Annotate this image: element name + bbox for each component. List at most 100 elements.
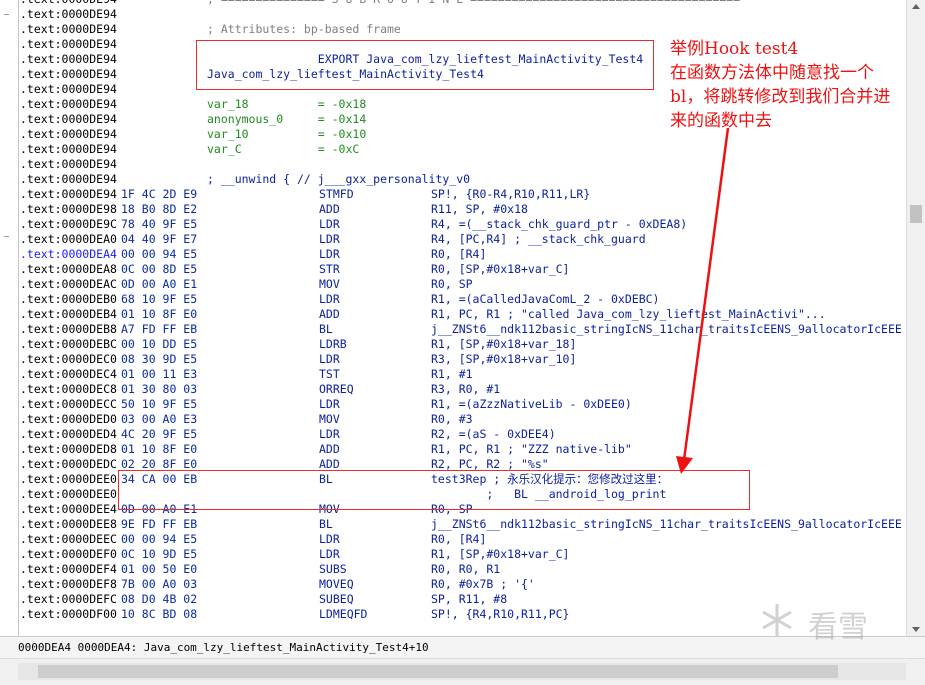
line-address: .text:0000DED0	[20, 412, 117, 426]
line-operands: R0, [SP,#0x18+var_C]	[431, 262, 570, 276]
hook-annotation: 举例Hook test4 在函数方法体中随意找一个 bl，将跳转修改到我们合并进…	[670, 37, 910, 133]
line-operands: R1, =(aCalledJavaComL_2 - 0xDEBC)	[431, 292, 660, 306]
line-address: .text:0000DEBC	[20, 337, 117, 351]
line-opcode-bytes: 01 00 50 E0	[121, 562, 198, 576]
line-mnemonic: LDR	[319, 247, 340, 261]
line-mnemonic: SUBS	[319, 562, 347, 576]
line-opcode-bytes: 0C 10 9D E5	[121, 547, 198, 561]
line-address: .text:0000DE94	[20, 82, 117, 96]
line-opcode-bytes: 4C 20 9F E5	[121, 427, 198, 441]
line-mnemonic: TST	[319, 367, 340, 381]
line-opcode-bytes: 10 8C BD 08	[121, 607, 198, 621]
horizontal-scrollbar[interactable]	[0, 658, 925, 685]
line-address: .text:0000DEB4	[20, 307, 117, 321]
line-operands: SP, R11, #8	[431, 592, 508, 606]
line-opcode-bytes: 9E FD FF EB	[121, 517, 198, 531]
line-address: .text:0000DED8	[20, 442, 117, 456]
line-opcode-bytes: 03 00 A0 E3	[121, 412, 198, 426]
line-opcode-bytes: 78 40 9F E5	[121, 217, 198, 231]
arrow-tick	[4, 236, 9, 237]
patched-bl-highlight-box	[118, 470, 750, 510]
line-opcode-bytes: 00 00 94 E5	[121, 532, 198, 546]
line-mnemonic: ADD	[319, 307, 340, 321]
line-mnemonic: BL	[319, 322, 333, 336]
line-opcode-bytes: 00 10 DD E5	[121, 337, 198, 351]
line-code: ; =============== S U B R O U T I N E ==…	[207, 0, 740, 7]
annotation-line-3: bl，将跳转修改到我们合并进	[670, 87, 891, 107]
arrow-tick	[4, 14, 9, 15]
line-mnemonic: LDMEQFD	[319, 607, 368, 621]
line-mnemonic: LDR	[319, 547, 340, 561]
line-code: ; Attributes: bp-based frame	[207, 22, 401, 36]
line-address: .text:0000DEFC	[20, 592, 117, 606]
line-address: .text:0000DEE4	[20, 502, 117, 516]
line-operands: R1, #1	[431, 367, 473, 381]
line-address: .text:0000DEC0	[20, 352, 117, 366]
line-address: .text:0000DEF0	[20, 547, 117, 561]
line-address: .text:0000DEE8	[20, 517, 117, 531]
line-mnemonic: MOVEQ	[319, 577, 354, 591]
line-operands: R0, [R4]	[431, 247, 487, 261]
line-opcode-bytes: 0C 00 8D E5	[121, 262, 198, 276]
line-opcode-bytes: 01 30 80 03	[121, 382, 198, 396]
line-operands: j__ZNSt6__ndk112basic_stringIcNS_11char_…	[431, 517, 902, 531]
line-address: .text:0000DEF8	[20, 577, 117, 591]
line-address: .text:0000DED4	[20, 427, 117, 441]
line-operands: SP!, {R0-R4,R10,R11,LR}	[431, 187, 591, 201]
horizontal-scroll-thumb[interactable]	[38, 665, 838, 678]
arrows-margin	[0, 0, 19, 636]
line-code: var_C = -0xC	[207, 142, 360, 156]
line-address: .text:0000DECC	[20, 397, 117, 411]
line-mnemonic: STMFD	[319, 187, 354, 201]
watermark-text: 看雪	[808, 610, 868, 645]
vertical-scroll-thumb[interactable]	[910, 205, 922, 223]
line-operands: R4, [PC,R4] ; __stack_chk_guard	[431, 232, 646, 246]
line-opcode-bytes: 01 10 8F E0	[121, 307, 198, 321]
line-mnemonic: BL	[319, 517, 333, 531]
line-address: .text:0000DE98	[20, 202, 117, 216]
line-mnemonic: SUBEQ	[319, 592, 354, 606]
scroll-up-arrow-icon[interactable]	[912, 4, 920, 9]
annotation-line-1: 举例Hook test4	[670, 39, 799, 59]
line-opcode-bytes: 00 00 94 E5	[121, 247, 198, 261]
line-address: .text:0000DE9C	[20, 217, 117, 231]
line-address: .text:0000DEDC	[20, 457, 117, 471]
line-opcode-bytes: 1F 4C 2D E9	[121, 187, 198, 201]
line-opcode-bytes: 04 40 9F E7	[121, 232, 198, 246]
line-address: .text:0000DE94	[20, 97, 117, 111]
line-address: .text:0000DEA8	[20, 262, 117, 276]
line-mnemonic: ADD	[319, 442, 340, 456]
horizontal-scroll-track[interactable]	[18, 663, 906, 680]
line-opcode-bytes: 01 00 11 E3	[121, 367, 198, 381]
line-opcode-bytes: 01 10 8F E0	[121, 442, 198, 456]
line-operands: R1, =(aZzzNativeLib - 0xDEE0)	[431, 397, 632, 411]
scroll-down-arrow-icon[interactable]	[912, 627, 920, 632]
line-code: var_18 = -0x18	[207, 97, 367, 111]
line-opcode-bytes: 08 D0 4B 02	[121, 592, 198, 606]
line-address: .text:0000DEC4	[20, 367, 117, 381]
line-mnemonic: ADD	[319, 202, 340, 216]
line-address: .text:0000DEA4	[20, 247, 117, 261]
line-mnemonic: MOV	[319, 277, 340, 291]
line-mnemonic: LDR	[319, 397, 340, 411]
line-address: .text:0000DE94	[20, 127, 117, 141]
line-mnemonic: MOV	[319, 412, 340, 426]
line-address: .text:0000DE94	[20, 187, 117, 201]
line-operands: R1, PC, R1 ; "ZZZ native-lib"	[431, 442, 632, 456]
line-address: .text:0000DEEC	[20, 532, 117, 546]
line-opcode-bytes: 08 30 9D E5	[121, 352, 198, 366]
snowflake-icon	[762, 604, 792, 636]
annotation-line-2: 在函数方法体中随意找一个	[670, 63, 874, 83]
line-address: .text:0000DEB8	[20, 322, 117, 336]
line-address: .text:0000DEAC	[20, 277, 117, 291]
line-address: .text:0000DE94	[20, 7, 117, 21]
line-code: ; __unwind { // j___gxx_personality_v0	[207, 172, 471, 186]
line-address: .text:0000DE94	[20, 172, 117, 186]
line-address: .text:0000DE94	[20, 22, 117, 36]
line-mnemonic: LDR	[319, 427, 340, 441]
line-address: .text:0000DEA0	[20, 232, 117, 246]
line-operands: R0, #0x7B ; '{'	[431, 577, 535, 591]
line-mnemonic: STR	[319, 262, 340, 276]
line-mnemonic: ORREQ	[319, 382, 354, 396]
line-opcode-bytes: 50 10 9F E5	[121, 397, 198, 411]
